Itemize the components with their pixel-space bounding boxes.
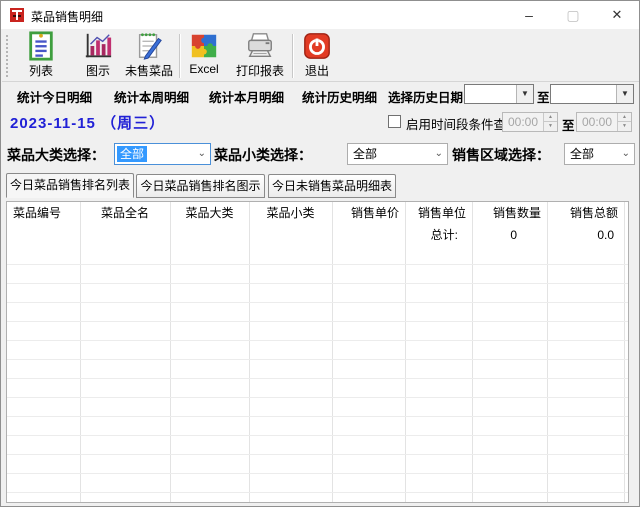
toolbar-button-print[interactable]: 打印报表 xyxy=(231,31,289,80)
totals-amount: 0.0 xyxy=(547,224,624,246)
chevron-down-icon: ⌄ xyxy=(198,144,206,164)
chevron-down-icon: ⌄ xyxy=(622,144,630,164)
toolbar-button-label: 打印报表 xyxy=(231,62,289,79)
titlebar: 菜品销售明细 – ▢ ✕ xyxy=(1,1,639,29)
table-empty-rows xyxy=(7,246,628,502)
stat-month-button[interactable]: 统计本月明细 xyxy=(209,87,284,106)
column-header[interactable]: 销售单价 xyxy=(332,202,405,224)
minimize-button[interactable]: – xyxy=(507,1,551,29)
toolbar-button-label: 退出 xyxy=(295,62,339,79)
column-header[interactable]: 菜品全名 xyxy=(80,202,170,224)
time-filter-checkbox[interactable] xyxy=(388,115,401,128)
toolbar-button-label: 图示 xyxy=(75,62,121,79)
chevron-down-icon: ⌄ xyxy=(435,144,443,164)
history-date-from-combo[interactable]: ▼ xyxy=(464,84,534,104)
time-to-spinner[interactable]: 00:00 ▲▼ xyxy=(576,112,632,132)
list-icon xyxy=(26,31,56,61)
window-title: 菜品销售明细 xyxy=(31,8,103,25)
dropdown-arrow-icon[interactable]: ▼ xyxy=(616,85,633,103)
date-to-label: 至 xyxy=(537,87,550,106)
date-row: 2023-11-15 （周三） 启用时间段条件查询 00:00 ▲▼ 至 00:… xyxy=(2,107,639,137)
spinner-arrows-icon[interactable]: ▲▼ xyxy=(617,113,631,131)
history-date-to-combo[interactable]: ▼ xyxy=(550,84,634,104)
bar-chart-icon xyxy=(83,31,113,61)
column-header[interactable]: 销售单位 xyxy=(405,202,472,224)
column-header[interactable]: 销售数量 xyxy=(472,202,547,224)
column-header[interactable]: 菜品小类 xyxy=(249,202,332,224)
toolbar-button-label: Excel xyxy=(182,62,226,76)
toolbar-button-excel[interactable]: Excel xyxy=(182,31,226,80)
major-category-combo[interactable]: 全部 ⌄ xyxy=(114,143,211,165)
current-date-text: 2023-11-15 （周三） xyxy=(10,112,165,133)
spinner-arrows-icon[interactable]: ▲▼ xyxy=(543,113,557,131)
close-button[interactable]: ✕ xyxy=(595,1,639,29)
column-header[interactable]: 菜品编号 xyxy=(7,202,80,224)
toolbar-button-chart[interactable]: 图示 xyxy=(75,31,121,80)
time-from-spinner[interactable]: 00:00 ▲▼ xyxy=(502,112,558,132)
sales-table: 菜品编号 菜品全名 菜品大类 菜品小类 销售单价 销售单位 销售数量 销售总额 … xyxy=(6,201,629,503)
notepad-pen-icon xyxy=(134,31,164,61)
stat-history-button[interactable]: 统计历史明细 xyxy=(302,87,377,106)
column-header[interactable]: 菜品大类 xyxy=(170,202,249,224)
toolbar-button-unsold[interactable]: 未售菜品 xyxy=(121,31,177,80)
printer-icon xyxy=(245,31,275,61)
tab-sales-rank-list[interactable]: 今日菜品销售排名列表 xyxy=(6,173,134,198)
totals-label: 总计: xyxy=(405,224,472,246)
toolbar-separator xyxy=(292,34,294,78)
minor-category-combo[interactable]: 全部 ⌄ xyxy=(347,143,448,165)
table-header-row: 菜品编号 菜品全名 菜品大类 菜品小类 销售单价 销售单位 销售数量 销售总额 xyxy=(7,202,628,224)
sales-region-label: 销售区域选择： xyxy=(452,145,550,165)
history-date-label: 选择历史日期 xyxy=(388,87,463,106)
stat-week-button[interactable]: 统计本周明细 xyxy=(114,87,189,106)
sales-region-combo[interactable]: 全部 ⌄ xyxy=(564,143,635,165)
maximize-button[interactable]: ▢ xyxy=(551,1,595,29)
toolbar-separator xyxy=(179,34,181,78)
tab-strip: 今日菜品销售排名列表 今日菜品销售排名图示 今日未销售菜品明细表 xyxy=(2,173,639,199)
time-to-label: 至 xyxy=(562,115,575,134)
excel-puzzle-icon xyxy=(189,31,219,61)
tab-unsold-detail[interactable]: 今日未销售菜品明细表 xyxy=(268,174,396,198)
tab-sales-rank-chart[interactable]: 今日菜品销售排名图示 xyxy=(136,174,265,198)
app-window: 菜品销售明细 – ▢ ✕ 列表 xyxy=(0,0,640,507)
minor-category-label: 菜品小类选择： xyxy=(214,145,312,165)
toolbar-button-exit[interactable]: 退出 xyxy=(295,31,339,80)
column-header[interactable]: 销售总额 xyxy=(547,202,624,224)
filter-row: 菜品大类选择： 全部 ⌄ 菜品小类选择： 全部 ⌄ 销售区域选择： 全部 ⌄ xyxy=(2,139,639,171)
app-icon xyxy=(9,7,25,23)
stats-row: 统计今日明细 统计本周明细 统计本月明细 统计历史明细 选择历史日期 ▼ 至 ▼ xyxy=(2,83,639,107)
stat-today-button[interactable]: 统计今日明细 xyxy=(17,87,92,106)
toolbar-button-list[interactable]: 列表 xyxy=(18,31,64,80)
toolbar: 列表 图示 未售菜品 xyxy=(2,29,639,82)
exit-icon xyxy=(302,31,332,61)
totals-quantity: 0 xyxy=(472,224,547,246)
toolbar-button-label: 未售菜品 xyxy=(121,62,177,79)
dropdown-arrow-icon[interactable]: ▼ xyxy=(516,85,533,103)
table-totals-row: 总计: 0 0.0 xyxy=(7,224,628,246)
toolbar-button-label: 列表 xyxy=(18,62,64,79)
major-category-label: 菜品大类选择： xyxy=(7,145,105,165)
toolbar-gripper[interactable] xyxy=(6,35,9,77)
